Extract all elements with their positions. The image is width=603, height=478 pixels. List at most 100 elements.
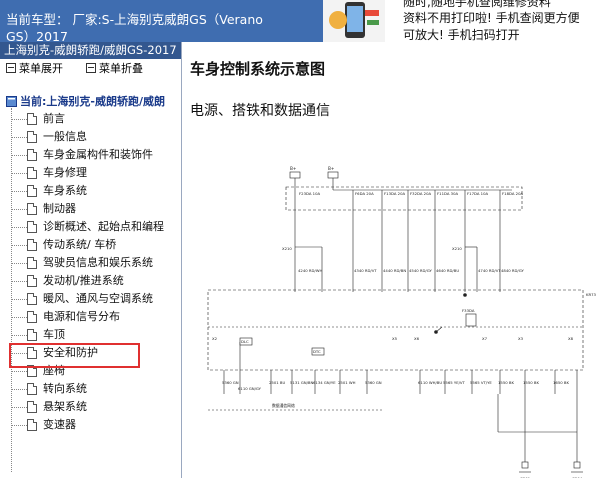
tree-item-roof[interactable]: 车顶: [11, 326, 65, 344]
tree-item-general-info[interactable]: 一般信息: [11, 128, 87, 146]
expand-icon: [6, 63, 16, 73]
svg-text:4740 RD/VT: 4740 RD/VT: [478, 268, 501, 273]
svg-text:X210: X210: [282, 246, 292, 251]
ad-line-3: 可放大! 手机扫码打开: [403, 28, 520, 42]
tree-item-label: 传动系统/ 车桥: [43, 238, 117, 251]
selection-highlight-box: [9, 343, 140, 368]
page-title: 车身控制系统示意图: [190, 60, 326, 78]
svg-text:F33DA: F33DA: [462, 308, 475, 313]
tree-item-brakes[interactable]: 制动器: [11, 200, 76, 218]
document-icon: [27, 203, 37, 215]
tree-item-driveline[interactable]: 传动系统/ 车桥: [11, 236, 116, 254]
tree-root-label: 当前:上海别克-威朗轿跑/威朗: [20, 95, 165, 108]
tree-item-infotainment[interactable]: 驾驶员信息和娱乐系统: [11, 254, 153, 272]
tree-item-engine[interactable]: 发动机/推进系统: [11, 272, 124, 290]
svg-text:X3: X3: [518, 336, 524, 341]
tree-item-label: 诊断概述、起始点和编程: [43, 220, 164, 233]
car-model-label-2: GS）2017: [6, 29, 68, 42]
wiring-schematic: B+ B+ F23DA 10A F6DA 20A F13DA 20A F32DA…: [207, 166, 597, 478]
document-icon: [27, 275, 37, 287]
tree-item-diagnostics[interactable]: 诊断概述、起始点和编程: [11, 218, 164, 236]
tree-item-label: 车身系统: [43, 184, 87, 197]
document-icon: [27, 257, 37, 269]
svg-text:X210: X210: [452, 246, 462, 251]
svg-text:1550 BK: 1550 BK: [523, 380, 539, 385]
main-content: 车身控制系统示意图 电源、搭铁和数据通信 B+ B+ F23DA 10A F6D…: [182, 42, 603, 478]
tree-item-body-repair[interactable]: 车身修理: [11, 164, 87, 182]
document-icon: [27, 329, 37, 341]
document-icon: [27, 185, 37, 197]
menu-tree: 当前:上海别克-威朗轿跑/威朗 前言 一般信息 车身金属构件和装饰件 车身修理 …: [0, 79, 181, 478]
tree-item-steering[interactable]: 转向系统: [11, 380, 87, 398]
svg-text:4240 RD/WH: 4240 RD/WH: [298, 268, 322, 273]
svg-text:6110 WH/BU: 6110 WH/BU: [418, 380, 442, 385]
sidebar-title: 上海别克-威朗轿跑/威朗GS-2017: [0, 42, 181, 59]
svg-text:2501 WH: 2501 WH: [338, 380, 356, 385]
collapse-menu-label: 菜单折叠: [99, 62, 143, 75]
tree-item-label: 制动器: [43, 202, 76, 215]
svg-text:X2: X2: [212, 336, 218, 341]
svg-text:B+: B+: [290, 166, 297, 171]
tree-item-power-signal[interactable]: 电源和信号分布: [11, 308, 120, 326]
tree-item-transmission[interactable]: 变速器: [11, 416, 76, 434]
tree-item-preface[interactable]: 前言: [11, 110, 65, 128]
car-model-label: 当前车型： 厂家:S-上海别克威朗GS（Verano: [6, 12, 263, 27]
svg-text:X7: X7: [482, 336, 488, 341]
document-icon: [27, 131, 37, 143]
svg-text:DTC: DTC: [313, 349, 321, 354]
document-icon: [27, 167, 37, 179]
tree-root[interactable]: 当前:上海别克-威朗轿跑/威朗: [6, 93, 165, 109]
document-icon: [27, 293, 37, 305]
svg-text:KR73: KR73: [586, 292, 597, 297]
collapse-menu-button[interactable]: 菜单折叠: [86, 59, 143, 79]
sidebar: 上海别克-威朗轿跑/威朗GS-2017 菜单展开 菜单折叠 当前:上海别克-威朗…: [0, 42, 182, 478]
document-icon: [27, 149, 37, 161]
tree-item-label: 驾驶员信息和娱乐系统: [43, 256, 153, 269]
svg-text:F11DA 30A: F11DA 30A: [437, 191, 459, 196]
svg-text:F6DA 20A: F6DA 20A: [355, 191, 374, 196]
document-icon: [27, 401, 37, 413]
tree-item-body-metal[interactable]: 车身金属构件和装饰件: [11, 146, 153, 164]
ad-line-2: 资料不用打印啦! 手机查阅更方便: [403, 11, 580, 25]
svg-text:4340 RD/VT: 4340 RD/VT: [354, 268, 377, 273]
svg-text:5565 VT/YE: 5565 VT/YE: [470, 380, 492, 385]
tree-item-label: 悬架系统: [43, 400, 87, 413]
svg-text:B+: B+: [328, 166, 335, 171]
tree-item-body-systems[interactable]: 车身系统: [11, 182, 87, 200]
svg-text:数据通信网络: 数据通信网络: [272, 403, 295, 408]
svg-text:F18DA 20A: F18DA 20A: [502, 191, 524, 196]
document-icon: [27, 311, 37, 323]
svg-text:4540 RD/GY: 4540 RD/GY: [409, 268, 432, 273]
mobile-ad-banner[interactable]: 随时,随地手机查阅维修资料 资料不用打印啦! 手机查阅更方便 可放大! 手机扫码…: [323, 0, 603, 42]
svg-text:F32DA 20A: F32DA 20A: [410, 191, 432, 196]
tree-item-hvac[interactable]: 暖风、通风与空调系统: [11, 290, 153, 308]
sidebar-toolbar: 菜单展开 菜单折叠: [0, 59, 181, 79]
svg-text:6134 GN/YE: 6134 GN/YE: [313, 380, 336, 385]
tree-item-label: 转向系统: [43, 382, 87, 395]
svg-text:X6: X6: [414, 336, 420, 341]
tree-item-suspension[interactable]: 悬架系统: [11, 398, 87, 416]
tree-item-label: 车顶: [43, 328, 65, 341]
tree-item-label: 前言: [43, 112, 65, 125]
document-icon: [27, 419, 37, 431]
svg-text:DLC: DLC: [241, 339, 249, 344]
svg-text:5131 GN/BN: 5131 GN/BN: [290, 380, 314, 385]
svg-text:F13DA 20A: F13DA 20A: [384, 191, 406, 196]
svg-text:4640 RD/BU: 4640 RD/BU: [436, 268, 459, 273]
svg-text:F23DA 10A: F23DA 10A: [299, 191, 321, 196]
document-icon: [27, 113, 37, 125]
svg-text:4440 RD/BN: 4440 RD/BN: [383, 268, 406, 273]
document-icon: [27, 221, 37, 233]
svg-text:5565 YE/VT: 5565 YE/VT: [443, 380, 465, 385]
tree-item-label: 电源和信号分布: [43, 310, 120, 323]
tree-item-label: 车身金属构件和装饰件: [43, 148, 153, 161]
tree-item-label: 发动机/推进系统: [43, 274, 124, 287]
phone-scan-icon: [323, 0, 385, 42]
svg-text:X8: X8: [568, 336, 574, 341]
svg-text:F17DA 10A: F17DA 10A: [467, 191, 489, 196]
svg-text:1650 BK: 1650 BK: [553, 380, 569, 385]
book-icon: [6, 96, 17, 107]
expand-menu-button[interactable]: 菜单展开: [6, 59, 63, 79]
collapse-icon: [86, 63, 96, 73]
tree-item-label: 暖风、通风与空调系统: [43, 292, 153, 305]
